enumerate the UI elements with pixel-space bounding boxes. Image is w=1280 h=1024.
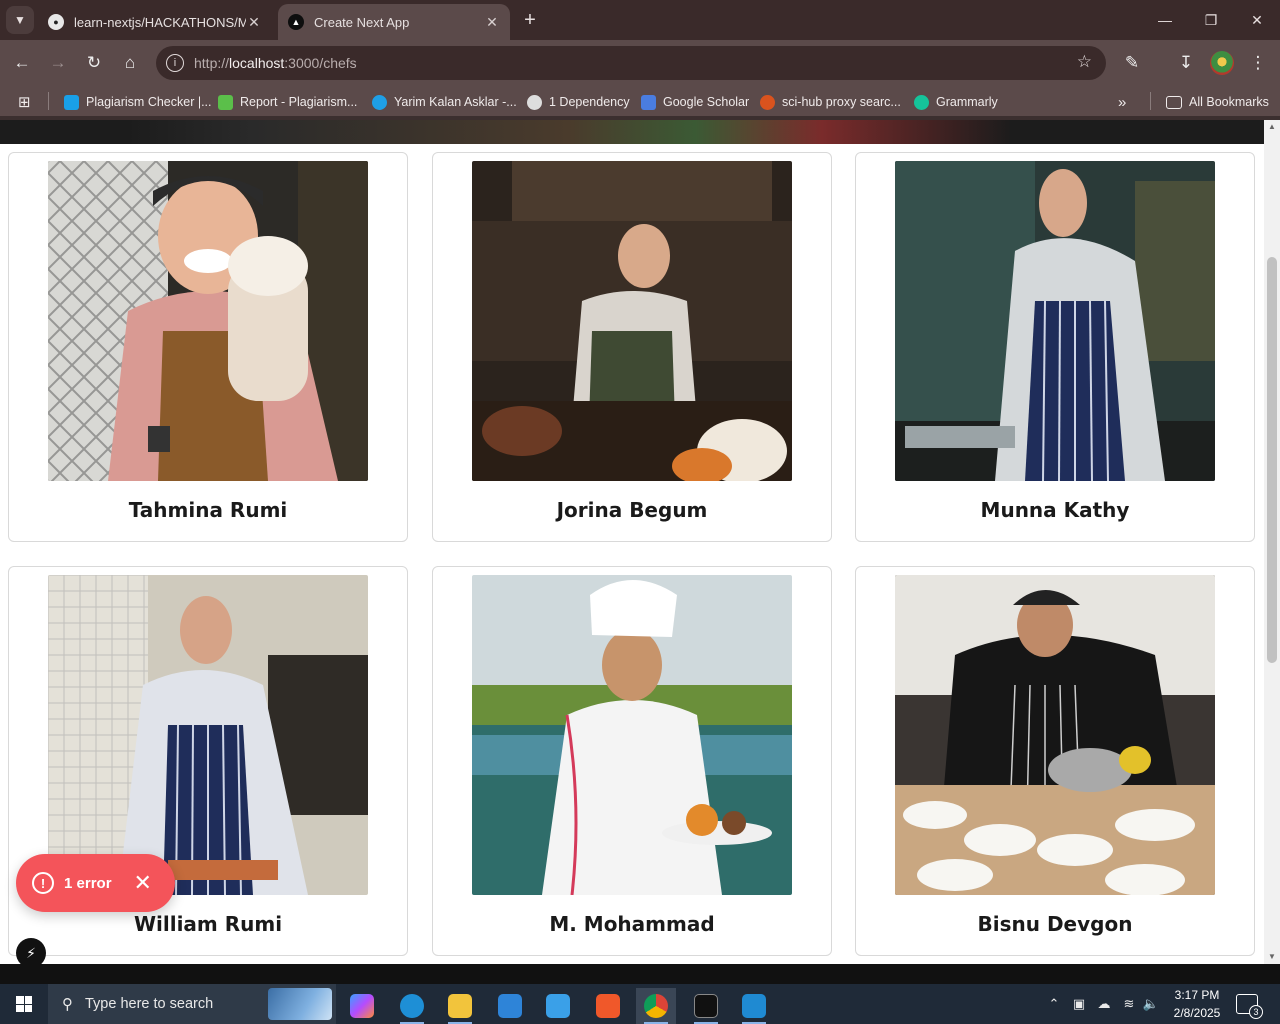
error-dismiss-close-icon[interactable]: ✕ bbox=[134, 872, 152, 894]
globe-icon bbox=[527, 94, 542, 110]
chef-card[interactable]: Bisnu Devgon bbox=[855, 566, 1255, 956]
copilot-icon[interactable] bbox=[342, 988, 382, 1024]
grammarly-icon bbox=[914, 94, 929, 110]
page-scrollbar[interactable]: ▲ ▼ bbox=[1264, 120, 1280, 964]
home-icon[interactable]: ⌂ bbox=[116, 49, 144, 77]
chef-photo bbox=[895, 161, 1215, 481]
tab-close-icon[interactable]: ✕ bbox=[246, 14, 262, 31]
edge-browser-icon[interactable] bbox=[392, 988, 432, 1024]
scholar-icon bbox=[641, 94, 656, 110]
chrome-icon[interactable] bbox=[636, 988, 676, 1024]
minimize-icon[interactable]: — bbox=[1142, 6, 1188, 34]
scroll-down-arrow-icon[interactable]: ▼ bbox=[1264, 950, 1280, 964]
apps-grid-icon[interactable]: ⊞ bbox=[18, 92, 31, 112]
chef-name: Munna Kathy bbox=[980, 498, 1130, 522]
back-arrow-icon[interactable]: ← bbox=[8, 49, 36, 77]
microsoft-store-icon[interactable] bbox=[538, 988, 578, 1024]
notification-center-icon[interactable]: 3 bbox=[1236, 994, 1263, 1019]
chef-name: Bisnu Devgon bbox=[977, 912, 1133, 936]
nextjs-dev-indicator-bolt-icon[interactable]: ⚡ bbox=[16, 938, 46, 964]
profile-avatar[interactable] bbox=[1210, 51, 1234, 75]
chef-photo bbox=[48, 161, 368, 481]
folder-icon bbox=[1166, 95, 1182, 109]
github-icon: ● bbox=[48, 14, 64, 30]
chef-card[interactable]: M. Mohammad bbox=[432, 566, 832, 956]
mail-icon[interactable] bbox=[490, 988, 530, 1024]
nextjs-triangle-icon: ▲ bbox=[288, 14, 304, 30]
bookmark-grammarly[interactable]: Grammarly bbox=[914, 92, 998, 112]
window-close-icon[interactable]: ✕ bbox=[1234, 6, 1280, 34]
tab-title: Create Next App bbox=[314, 14, 410, 30]
scroll-up-arrow-icon[interactable]: ▲ bbox=[1264, 120, 1280, 134]
windows-start-icon[interactable] bbox=[0, 984, 48, 1024]
bookmarks-overflow-chevron-icon[interactable]: » bbox=[1118, 92, 1126, 112]
vscode-icon[interactable] bbox=[734, 988, 774, 1024]
search-highlight-image bbox=[268, 988, 332, 1020]
scihub-icon bbox=[760, 94, 775, 110]
plagiarism-checker-icon bbox=[64, 94, 79, 110]
chef-photo bbox=[472, 575, 792, 895]
meet-now-icon[interactable]: ▣ bbox=[1068, 984, 1090, 1024]
terminal-icon[interactable] bbox=[686, 988, 726, 1024]
bookmark-plagiarism-checker[interactable]: Plagiarism Checker |... bbox=[64, 92, 212, 112]
tab-search-chevron-icon[interactable]: ▼ bbox=[6, 6, 34, 34]
restore-icon[interactable]: ❐ bbox=[1188, 6, 1234, 34]
browser-toolbar: ← → ↻ ⌂ i http://localhost:3000/chefs ☆ … bbox=[0, 40, 1280, 86]
taskbar-clock[interactable]: 3:17 PM 2/8/2025 bbox=[1166, 986, 1228, 1022]
reload-icon[interactable]: ↻ bbox=[80, 49, 108, 77]
chef-photo bbox=[48, 575, 368, 895]
bookmark-star-icon[interactable]: ☆ bbox=[1077, 52, 1092, 72]
bookmark-report-plagiarism[interactable]: Report - Plagiarism... bbox=[218, 92, 357, 112]
all-bookmarks[interactable]: All Bookmarks bbox=[1166, 92, 1269, 112]
bookmark-1-dependency[interactable]: 1 Dependency bbox=[527, 92, 630, 112]
pp-icon bbox=[218, 94, 233, 110]
chef-photo bbox=[895, 575, 1215, 895]
bookmark-yarim-kalan[interactable]: Yarim Kalan Asklar -... bbox=[372, 92, 517, 112]
chef-name: Tahmina Rumi bbox=[128, 498, 288, 522]
menu-kebab-icon[interactable]: ⋮ bbox=[1244, 49, 1272, 77]
notification-count-badge: 3 bbox=[1249, 1005, 1263, 1019]
page-viewport: Tahmina Rumi Jorina Begum Munna Kathy Wi… bbox=[0, 120, 1264, 964]
nextjs-error-badge[interactable]: ! 1 error ✕ bbox=[16, 854, 175, 912]
tray-chevron-up-icon[interactable]: ⌃ bbox=[1044, 984, 1064, 1024]
play-icon bbox=[372, 94, 387, 110]
forward-arrow-icon[interactable]: → bbox=[44, 49, 72, 77]
download-icon[interactable]: ↧ bbox=[1172, 49, 1200, 77]
tab-close-icon[interactable]: ✕ bbox=[484, 14, 500, 31]
extensions-puzzle-icon[interactable]: ✎ bbox=[1118, 49, 1146, 77]
bookmark-sci-hub[interactable]: sci-hub proxy searc... bbox=[760, 92, 901, 112]
taskbar-search-box[interactable]: ⚲ Type here to search bbox=[48, 984, 336, 1024]
address-bar[interactable]: i http://localhost:3000/chefs ☆ bbox=[156, 46, 1106, 80]
hero-banner-image bbox=[0, 120, 1264, 144]
chef-card[interactable]: Jorina Begum bbox=[432, 152, 832, 542]
chef-photo bbox=[472, 161, 792, 481]
chef-name: William Rumi bbox=[133, 912, 283, 936]
chef-name: Jorina Begum bbox=[556, 498, 708, 522]
url-text: http://localhost:3000/chefs bbox=[194, 55, 357, 71]
scrollbar-thumb[interactable] bbox=[1267, 257, 1277, 663]
search-icon: ⚲ bbox=[62, 996, 73, 1013]
bookmarks-bar: ⊞ Plagiarism Checker |... Report - Plagi… bbox=[0, 86, 1280, 116]
file-explorer-icon[interactable] bbox=[440, 988, 480, 1024]
bookmarks-divider bbox=[1150, 92, 1151, 110]
brave-browser-icon[interactable] bbox=[588, 988, 628, 1024]
wifi-icon[interactable]: ≋ bbox=[1118, 984, 1140, 1024]
tab-github[interactable]: ● learn-nextjs/HACKATHONS/Ma ✕ bbox=[38, 4, 272, 40]
windows-taskbar: ⚲ Type here to search ⌃ ▣ ☁ ≋ 🔈 3:17 PM … bbox=[0, 984, 1280, 1024]
onedrive-cloud-icon[interactable]: ☁ bbox=[1092, 984, 1116, 1024]
site-info-icon[interactable]: i bbox=[166, 54, 184, 72]
new-tab-plus-icon[interactable]: + bbox=[518, 8, 542, 32]
bookmark-google-scholar[interactable]: Google Scholar bbox=[641, 92, 749, 112]
tab-create-next-app[interactable]: ▲ Create Next App ✕ bbox=[278, 4, 510, 40]
volume-muted-icon[interactable]: 🔈 bbox=[1140, 984, 1162, 1024]
tab-strip: ▼ ● learn-nextjs/HACKATHONS/Ma ✕ ▲ Creat… bbox=[0, 0, 1280, 40]
error-exclamation-icon: ! bbox=[32, 872, 54, 894]
tab-title: learn-nextjs/HACKATHONS/Ma bbox=[74, 14, 246, 30]
chef-name: M. Mohammad bbox=[549, 912, 715, 936]
page-footer-edge bbox=[0, 964, 1280, 984]
chef-card[interactable]: Munna Kathy bbox=[855, 152, 1255, 542]
chef-card[interactable]: Tahmina Rumi bbox=[8, 152, 408, 542]
bookmarks-divider bbox=[48, 92, 49, 110]
